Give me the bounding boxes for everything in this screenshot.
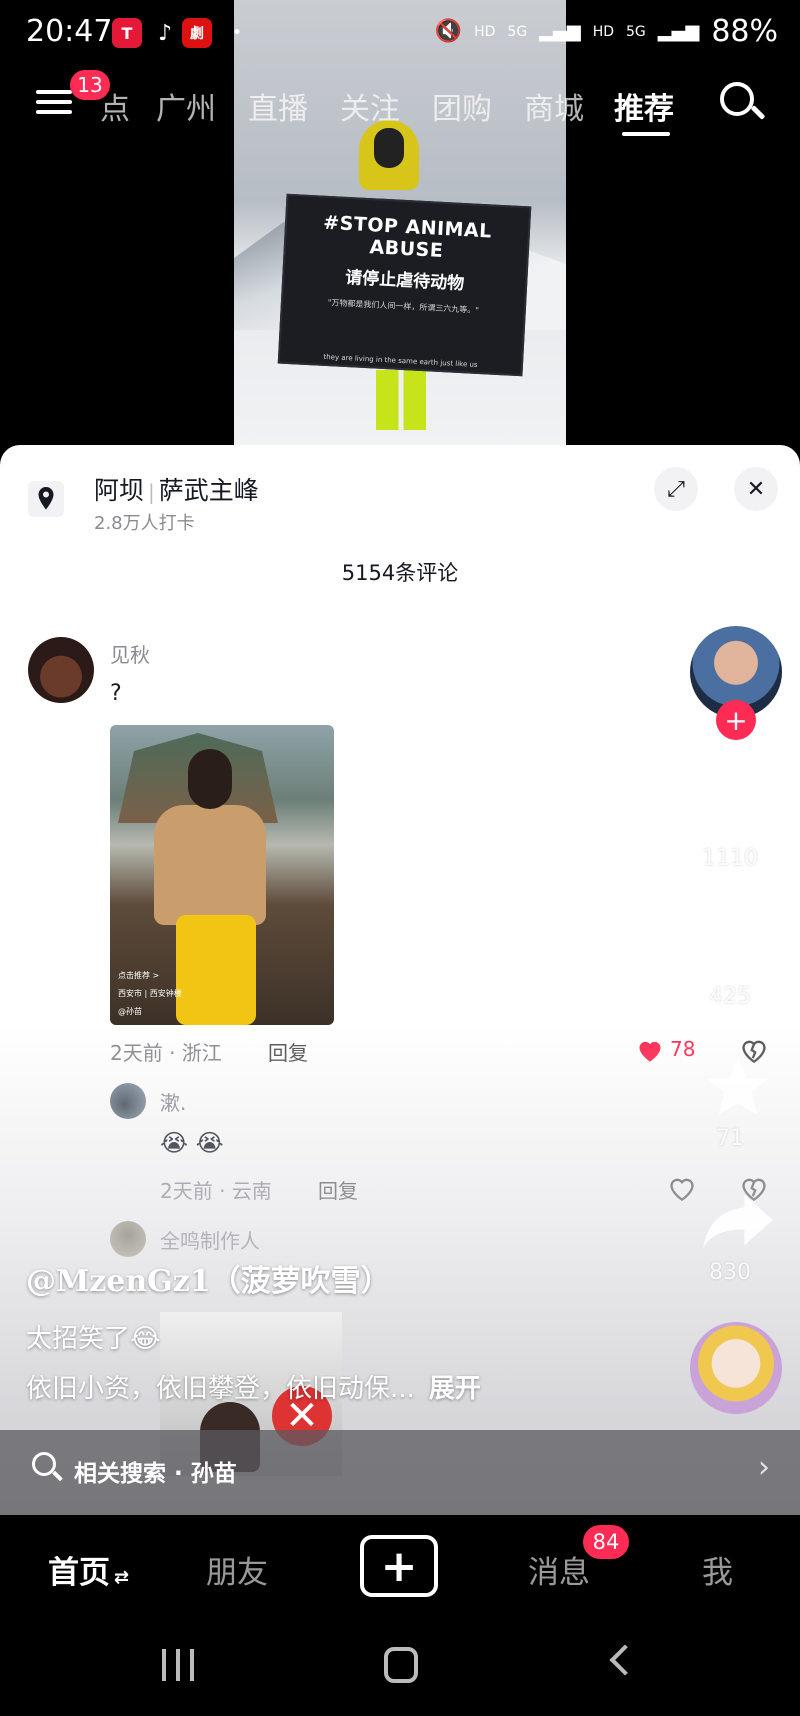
caption-author[interactable]: @MzenGz1（菠萝吹雪） (26, 1256, 391, 1300)
star-icon[interactable] (700, 1052, 776, 1124)
caption-text: 依旧小资，依旧攀登，依旧动保... (26, 1374, 415, 1404)
follow-button[interactable]: + (716, 700, 756, 740)
banner-line-1: #STOP ANIMAL ABUSE (322, 211, 493, 262)
menu-icon[interactable] (36, 84, 72, 118)
signal-icon-2: ▂▄▆ (657, 21, 700, 42)
search-icon[interactable] (718, 80, 766, 126)
tab-nearby[interactable]: 点 (100, 84, 130, 128)
status-time: 20:47 (26, 14, 113, 49)
tab-live[interactable]: 直播 (248, 84, 308, 128)
tab-guangzhou[interactable]: 广州 (156, 84, 216, 128)
tab-mall[interactable]: 商城 (524, 84, 584, 128)
tab-group-buy[interactable]: 团购 (432, 84, 492, 128)
heart-filled-icon[interactable] (636, 1037, 664, 1063)
comment-meta: 2天前 · 浙江 (110, 1041, 222, 1065)
share-count: 830 (709, 1260, 751, 1285)
tab-recommend[interactable]: 推荐 (614, 84, 674, 128)
comment-like-count: 78 (670, 1037, 696, 1061)
expand-caption-button[interactable]: 展开 (429, 1374, 481, 1404)
nav-home[interactable]: 首页 ⇄ (48, 1547, 129, 1592)
top-nav: 13 点 广州 直播 关注 团购 商城 推荐 (0, 70, 800, 140)
thumb-head (188, 749, 232, 809)
mute-icon: 🔇 (434, 19, 463, 44)
active-tab-indicator (622, 132, 670, 136)
nav-me[interactable]: 我 (702, 1547, 733, 1592)
checkin-count: 2.8万人打卡 (94, 513, 195, 534)
reply-username[interactable]: 漱. (160, 1087, 186, 1116)
comment-image[interactable]: 点击推荐 > 西安市 | 西安钟楼 @孙苗 (110, 725, 334, 1025)
system-nav (0, 1619, 800, 1716)
thumb-tag-3: @孙苗 (118, 1007, 142, 1016)
comment-count-rail: 425 (709, 984, 751, 1009)
avatar[interactable] (110, 1221, 146, 1257)
person-legs (376, 370, 426, 430)
favorite-count: 71 (716, 1126, 744, 1151)
tiktok-app-icon: ♪ (157, 20, 173, 46)
avatar[interactable] (110, 1083, 146, 1119)
like-icon[interactable] (700, 772, 776, 840)
status-right: 🔇 HD 5G ▂▄▆ HD 5G ▂▄▆ 88% (435, 14, 778, 49)
reply-button[interactable]: 回复 (268, 1037, 308, 1066)
net-hd-1: HD (474, 23, 496, 40)
like-count: 1110 (702, 846, 758, 871)
location-name: 阿坝 (94, 476, 145, 505)
comment-username[interactable]: 见秋 (110, 639, 150, 668)
red-app-icon: 劇 (182, 18, 212, 48)
thumb-skirt (176, 915, 256, 1025)
messages-badge: 84 (583, 1525, 629, 1559)
status-bar: 20:47 T ♪ 劇 • 🔇 HD 5G ▂▄▆ HD 5G ▂▄▆ 88% (0, 0, 800, 70)
nav-messages[interactable]: 消息 (528, 1547, 590, 1592)
net-5g-2: 5G (626, 23, 646, 40)
banner-line-4: they are living in the same earth just l… (323, 352, 478, 369)
banner-line-2: 请停止虐待动物 (344, 267, 465, 295)
chevron-right-icon: › (758, 1450, 770, 1485)
caption-line-2: 依旧小资，依旧攀登，依旧动保... 展开 (26, 1368, 481, 1405)
related-search-bar[interactable]: 相关搜索 · 孙苗 › (0, 1430, 800, 1516)
signal-icon-1: ▂▄▆ (539, 21, 581, 42)
protest-banner: #STOP ANIMAL ABUSE 请停止虐待动物 "万物都是我们人间一样，所… (277, 193, 532, 377)
thumb-tag-1: 点击推荐 > (118, 971, 160, 980)
home-icon[interactable] (384, 1647, 418, 1683)
reply-button[interactable]: 回复 (318, 1175, 358, 1204)
comment-count: 5154条评论 (341, 561, 459, 585)
expand-icon[interactable]: ⤢ (654, 467, 698, 511)
bottom-nav: 首页 ⇄ 朋友 + 消息 84 我 (0, 1515, 800, 1619)
caption-line-1: 太招笑了😂 (26, 1324, 161, 1354)
switch-icon: ⇄ (114, 1567, 130, 1588)
battery-percent: 88% (711, 14, 778, 49)
comment-text: ? (110, 681, 122, 706)
back-icon[interactable] (609, 1644, 641, 1676)
thumb-coat (154, 805, 266, 925)
search-icon (32, 1452, 64, 1484)
heart-outline-icon[interactable] (668, 1175, 696, 1201)
app-root: #STOP ANIMAL ABUSE 请停止虐待动物 "万物都是我们人间一样，所… (0, 0, 800, 1716)
related-search-label: 相关搜索 · 孙苗 (74, 1461, 237, 1487)
nav-friends[interactable]: 朋友 (206, 1547, 268, 1592)
share-arrow-icon[interactable] (700, 1188, 776, 1252)
nav-home-label: 首页 (48, 1555, 110, 1591)
reply-username[interactable]: 全鸣制作人 (160, 1225, 260, 1254)
recent-apps-icon[interactable] (162, 1649, 194, 1681)
net-hd-2: HD (592, 23, 615, 40)
comment-bubble-icon[interactable] (700, 914, 776, 976)
music-disc-icon[interactable] (690, 1322, 782, 1414)
reply-meta: 2天前 · 云南 (160, 1179, 272, 1203)
thumb-tag-2: 西安市 | 西安钟楼 (118, 989, 182, 998)
location-detail: 萨武主峰 (158, 476, 259, 505)
tesla-app-icon: T (112, 18, 142, 48)
create-button[interactable]: + (360, 1535, 438, 1597)
reply-text: 😭 😭 (160, 1129, 224, 1157)
location-title[interactable]: 阿坝 | 萨武主峰 (94, 471, 259, 507)
close-icon[interactable]: ✕ (734, 467, 778, 511)
location-pin-icon (28, 481, 64, 517)
banner-line-3: "万物都是我们人间一样，所谓三六九等。" (327, 298, 480, 315)
tab-following[interactable]: 关注 (340, 84, 400, 128)
avatar[interactable] (28, 637, 94, 703)
dot-icon: • (232, 25, 242, 41)
net-5g-1: 5G (507, 23, 528, 40)
